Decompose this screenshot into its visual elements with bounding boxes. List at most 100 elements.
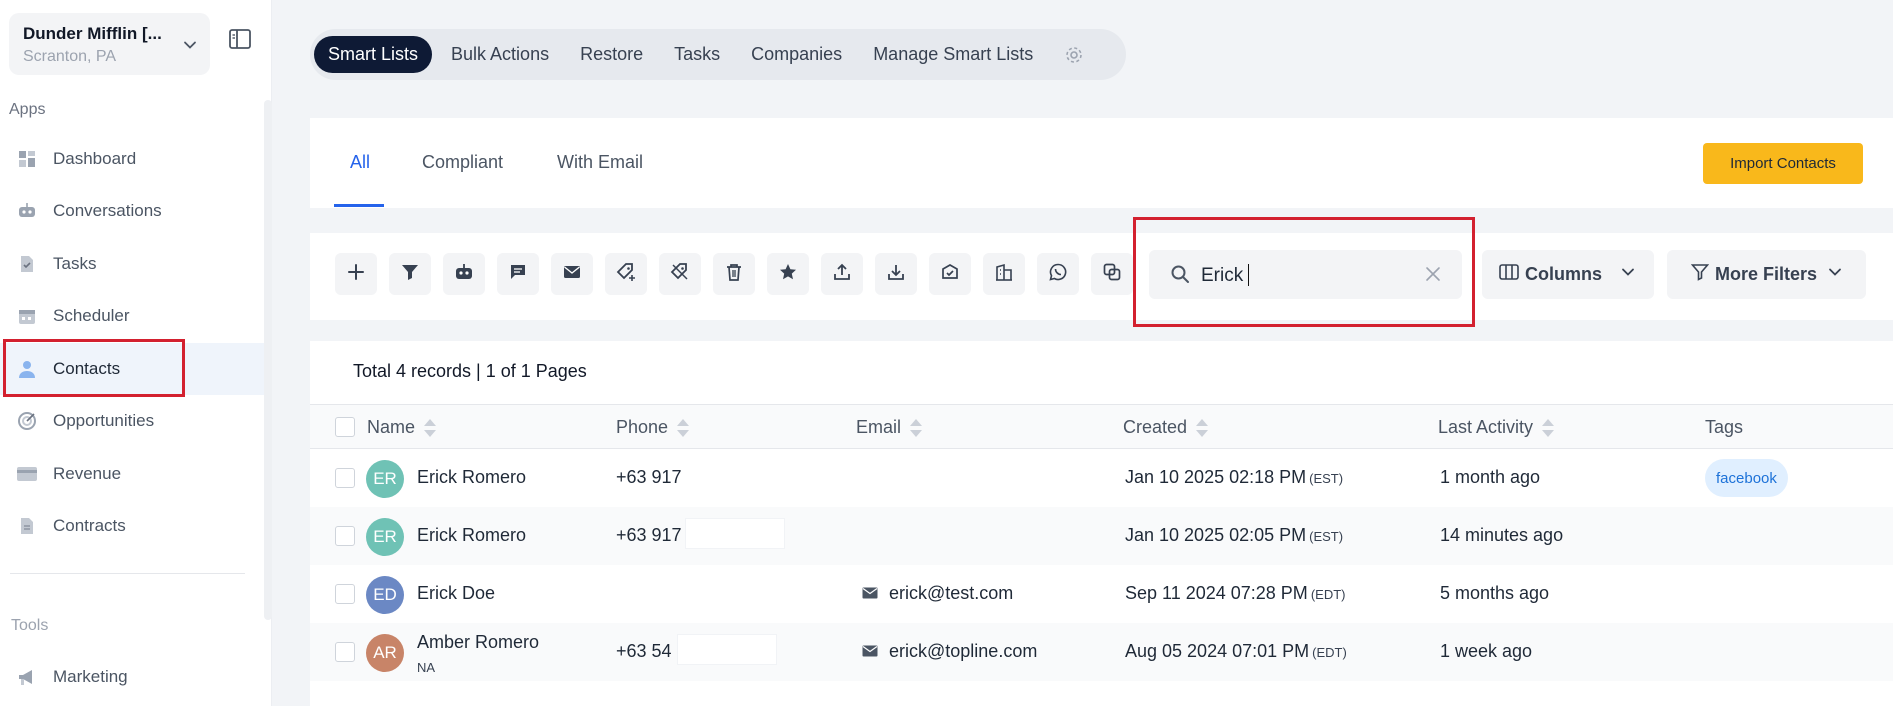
active-tab-indicator (334, 204, 384, 207)
remove-tag-button[interactable] (659, 253, 701, 295)
sidebar-item-marketing[interactable]: Marketing (0, 651, 266, 703)
company-button[interactable] (983, 253, 1025, 295)
tab-companies[interactable]: Companies (751, 44, 842, 65)
sidebar-item-opportunities[interactable]: Opportunities (0, 395, 266, 447)
document-icon (16, 515, 38, 537)
avatar: ER (366, 518, 404, 556)
gear-icon[interactable] (1064, 45, 1084, 65)
company-icon (995, 263, 1013, 286)
sidebar-scrollbar[interactable] (264, 100, 272, 620)
credit-card-icon (16, 463, 38, 485)
sidebar-item-dashboard[interactable]: Dashboard (0, 133, 266, 185)
merge-button[interactable] (1091, 253, 1133, 295)
delete-button[interactable] (713, 253, 755, 295)
row-checkbox[interactable] (335, 526, 355, 546)
contact-email: erick@test.com (862, 583, 1013, 604)
row-checkbox[interactable] (335, 642, 355, 662)
row-checkbox[interactable] (335, 468, 355, 488)
tab-restore[interactable]: Restore (580, 44, 643, 65)
chevron-down-icon (182, 37, 198, 58)
org-name: Dunder Mifflin [... (23, 24, 162, 43)
columns-button[interactable]: Columns (1482, 250, 1654, 299)
sort-icon[interactable] (1541, 418, 1555, 438)
send-sms-button[interactable] (497, 253, 539, 295)
dashboard-icon (16, 148, 38, 170)
filter-button[interactable] (389, 253, 431, 295)
column-header-phone[interactable]: Phone (616, 417, 690, 438)
redacted-phone-digits (685, 518, 785, 549)
timezone: (EST) (1309, 529, 1344, 544)
last-activity: 14 minutes ago (1440, 525, 1564, 545)
columns-icon (1499, 263, 1525, 286)
contact-tabs: All Compliant With Email Import Contacts (310, 118, 1893, 208)
sidebar-item-tasks[interactable]: Tasks (0, 238, 266, 290)
created-date: Aug 05 2024 07:01 PM (EDT) (1125, 641, 1347, 662)
table-header: Name Phone Email Created Last Activity T… (310, 404, 1893, 449)
column-header-name[interactable]: Name (367, 417, 437, 438)
sidebar-item-conversations[interactable]: Conversations (0, 185, 266, 237)
last-activity: 5 months ago (1440, 583, 1550, 603)
merge-icon (1103, 263, 1121, 286)
created-value: Jan 10 2025 02:18 PM (1125, 467, 1307, 487)
tag-badge[interactable]: facebook (1705, 459, 1788, 497)
sidebar-item-revenue[interactable]: Revenue (0, 448, 266, 500)
tab-manage-smart-lists[interactable]: Manage Smart Lists (873, 44, 1033, 65)
more-filters-button[interactable]: More Filters (1667, 250, 1866, 299)
whatsapp-button[interactable] (1037, 253, 1079, 295)
contact-name[interactable]: Amber Romero (417, 632, 539, 653)
tab-with-email[interactable]: With Email (557, 152, 643, 173)
contact-phone: +63 54 (616, 641, 672, 661)
import-contacts-button[interactable]: Import Contacts (1703, 143, 1863, 184)
contact-email: erick@topline.com (862, 641, 1037, 662)
contact-name[interactable]: Erick Romero (417, 525, 526, 546)
email-value[interactable]: erick@topline.com (889, 641, 1037, 662)
tab-bulk-actions[interactable]: Bulk Actions (451, 44, 549, 65)
tab-compliant[interactable]: Compliant (422, 152, 503, 173)
sort-icon[interactable] (1195, 418, 1209, 438)
row-checkbox[interactable] (335, 584, 355, 604)
avatar: ED (366, 576, 404, 614)
location-switcher[interactable]: Dunder Mifflin [... Scranton, PA (9, 13, 210, 75)
chat-bot-icon (16, 200, 38, 222)
sort-icon[interactable] (676, 418, 690, 438)
email-icon (862, 641, 889, 662)
tab-tasks[interactable]: Tasks (674, 44, 720, 65)
contact-phone: +63 917 (616, 525, 682, 545)
sidebar-item-scheduler[interactable]: Scheduler (0, 290, 266, 342)
timezone: (EDT) (1310, 587, 1346, 602)
send-email-button[interactable] (551, 253, 593, 295)
export-icon (833, 263, 851, 286)
table-row[interactable]: AR Amber Romero NA +63 54 erick@topline.… (310, 623, 1893, 681)
created-value: Aug 05 2024 07:01 PM (1125, 641, 1310, 661)
add-tag-button[interactable] (605, 253, 647, 295)
add-contact-button[interactable] (335, 253, 377, 295)
select-all-checkbox[interactable] (335, 417, 355, 437)
sidebar-item-contracts[interactable]: Contracts (0, 500, 266, 552)
table-row[interactable]: ED Erick Doe erick@test.com Sep 11 2024 … (310, 565, 1893, 623)
sort-icon[interactable] (423, 418, 437, 438)
export-button[interactable] (821, 253, 863, 295)
sidebar-item-label: Conversations (53, 201, 162, 220)
email-verify-button[interactable] (929, 253, 971, 295)
contacts-highlight-box (3, 339, 185, 397)
sidebar-toggle-icon[interactable] (228, 28, 252, 55)
column-header-created[interactable]: Created (1123, 417, 1209, 438)
favorite-button[interactable] (767, 253, 809, 295)
sort-icon[interactable] (909, 418, 923, 438)
avatar: AR (366, 634, 404, 672)
import-button[interactable] (875, 253, 917, 295)
email-value[interactable]: erick@test.com (889, 583, 1013, 604)
tab-smart-lists[interactable]: Smart Lists (314, 36, 433, 73)
top-nav: Smart Lists Bulk Actions Restore Tasks C… (310, 29, 1126, 80)
column-header-last-activity[interactable]: Last Activity (1438, 417, 1555, 438)
column-label: Tags (1705, 417, 1744, 437)
column-header-email[interactable]: Email (856, 417, 923, 438)
email-verify-icon (941, 263, 959, 286)
table-row[interactable]: ER Erick Romero +63 917 Jan 10 2025 02:0… (310, 507, 1893, 565)
table-row[interactable]: ER Erick Romero +63 917 Jan 10 2025 02:1… (310, 449, 1893, 507)
tab-all[interactable]: All (350, 152, 370, 173)
star-icon (779, 263, 797, 286)
contact-name[interactable]: Erick Romero (417, 467, 526, 488)
contact-name[interactable]: Erick Doe (417, 583, 495, 604)
automation-button[interactable] (443, 253, 485, 295)
